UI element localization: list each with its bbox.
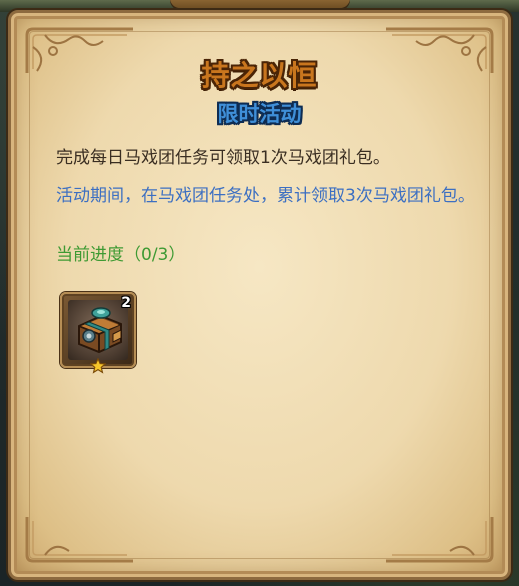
top-title-plate-edge	[170, 0, 350, 8]
reward-item-slot[interactable]: 2	[60, 292, 136, 374]
activity-description: 完成每日马戏团任务可领取1次马戏团礼包。	[56, 148, 390, 168]
activity-subtitle: 限时活动	[217, 102, 302, 126]
corner-ornament-icon	[25, 517, 133, 563]
activity-title: 持之以恒	[201, 59, 318, 92]
progress-label: 当前进度（0/3）	[56, 245, 186, 265]
activity-requirement: 活动期间，在马戏团任务处，累计领取3次马戏团礼包。	[56, 186, 475, 206]
star-icon	[90, 358, 106, 374]
corner-ornament-icon	[386, 517, 494, 563]
reward-item-count: 2	[121, 295, 131, 311]
circus-gift-box-icon	[78, 307, 122, 354]
